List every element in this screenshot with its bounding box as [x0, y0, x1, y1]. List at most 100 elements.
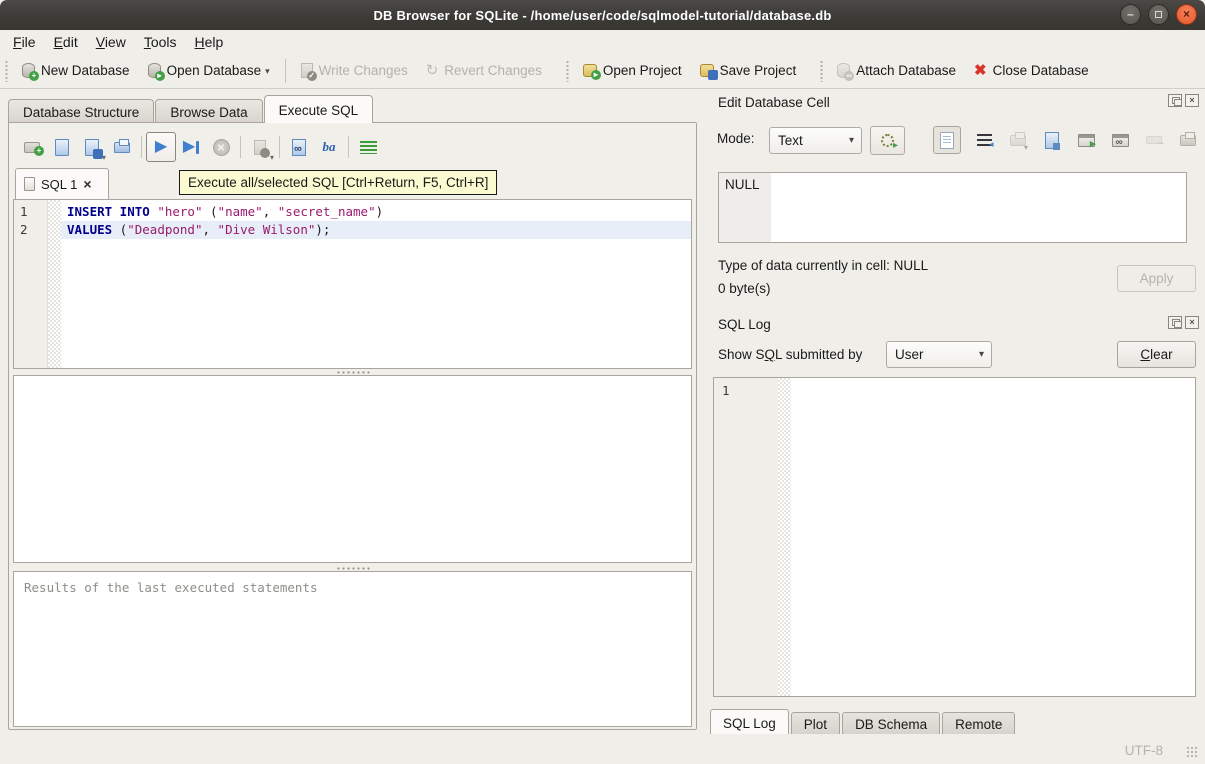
revert-changes-icon: ↻: [426, 63, 439, 78]
float-dock-icon[interactable]: [1168, 316, 1182, 329]
attach-database-button[interactable]: ∞ Attach Database: [828, 58, 965, 83]
null-icon: [1146, 136, 1162, 144]
sql-code[interactable]: INSERT INTO "hero" ("name", "secret_name…: [61, 200, 691, 368]
log-line-number: 1: [714, 382, 778, 400]
open-in-app-button[interactable]: [1109, 128, 1131, 152]
open-sql-file-button[interactable]: [47, 132, 77, 162]
print-sql-button[interactable]: [107, 132, 137, 162]
import-data-button[interactable]: [1041, 128, 1063, 152]
save-project-icon: [700, 64, 714, 77]
edit-cell-header: Edit Database Cell ×: [705, 92, 1205, 112]
save-sql-file-button[interactable]: ▾: [77, 132, 107, 162]
results-placeholder: Results of the last executed statements: [24, 580, 318, 595]
app-window: DB Browser for SQLite - /home/user/code/…: [0, 0, 1205, 764]
new-database-button[interactable]: + New Database: [13, 58, 139, 83]
close-button[interactable]: ×: [1176, 4, 1197, 25]
menu-view[interactable]: View: [87, 31, 135, 53]
tab-plot[interactable]: Plot: [791, 712, 840, 734]
minimize-button[interactable]: –: [1120, 4, 1141, 25]
mode-label: Mode:: [717, 131, 755, 146]
tab-remote[interactable]: Remote: [942, 712, 1015, 734]
open-database-button[interactable]: ▸ Open Database ▾: [139, 58, 279, 83]
execute-line-button[interactable]: ▶: [176, 132, 206, 162]
text-page-icon: [940, 132, 954, 149]
sql-toolbar-separator: [141, 136, 142, 158]
word-wrap-button[interactable]: [973, 128, 995, 152]
menubar: File Edit View Tools Help: [0, 30, 1205, 53]
mode-combobox[interactable]: Text ▾: [769, 127, 862, 154]
new-sql-tab-button[interactable]: +: [17, 132, 47, 162]
execute-all-button[interactable]: ▶: [146, 132, 176, 162]
find-replace-icon: ba: [323, 140, 336, 154]
tab-db-schema[interactable]: DB Schema: [842, 712, 940, 734]
save-results-button: ▾: [245, 132, 275, 162]
titlebar[interactable]: DB Browser for SQLite - /home/user/code/…: [0, 0, 1205, 30]
execute-sql-panel: + ▾ ▶ ▶ ✕ ▾ ba SQL 1 × Execute all/selec…: [8, 122, 697, 730]
revert-changes-button: ↻ Revert Changes: [417, 58, 551, 83]
sql-toolbar: + ▾ ▶ ▶ ✕ ▾ ba: [17, 130, 383, 164]
sql-editor[interactable]: 12 INSERT INTO "hero" ("name", "secret_n…: [13, 199, 692, 369]
save-file-dropdown-icon[interactable]: ▾: [102, 153, 106, 162]
open-project-label: Open Project: [603, 63, 682, 78]
sql-log-filter-value: User: [895, 347, 924, 362]
find-icon: [292, 139, 306, 156]
save-results-icon: [254, 140, 266, 155]
open-database-dropdown-icon[interactable]: ▾: [265, 66, 270, 78]
set-null-button: [1143, 128, 1165, 152]
close-database-button[interactable]: ✖ Close Database: [965, 58, 1098, 83]
link-icon: [1112, 134, 1129, 147]
sql-toolbar-separator: [348, 136, 349, 158]
sql-editor-tab[interactable]: SQL 1 ×: [15, 168, 109, 199]
toolbar-grip[interactable]: [565, 60, 570, 82]
printer-icon: [1180, 135, 1196, 146]
open-database-label: Open Database: [167, 63, 262, 78]
close-dock-icon[interactable]: ×: [1185, 94, 1199, 107]
encoding-indicator[interactable]: UTF-8: [1125, 743, 1163, 758]
export-data-button[interactable]: [1075, 128, 1097, 152]
sql-tab-close-icon[interactable]: ×: [83, 178, 91, 190]
format-sql-icon: [360, 141, 377, 154]
chevron-down-icon: ▾: [979, 349, 984, 360]
auto-apply-button[interactable]: [870, 126, 905, 155]
statusbar: UTF-8: [0, 737, 1205, 764]
tab-sql-log[interactable]: SQL Log: [710, 709, 789, 734]
save-project-label: Save Project: [720, 63, 797, 78]
sql-log-filter-combobox[interactable]: User ▾: [886, 341, 992, 368]
menu-file[interactable]: File: [4, 31, 45, 53]
clear-log-button[interactable]: Clear: [1117, 341, 1196, 368]
menu-edit[interactable]: Edit: [45, 31, 87, 53]
print-cell-button: ▾: [1007, 128, 1029, 152]
text-view-button[interactable]: [933, 126, 961, 154]
format-sql-button[interactable]: [353, 132, 383, 162]
cell-value-editor[interactable]: NULL: [718, 172, 1187, 243]
new-tab-icon: +: [24, 142, 40, 153]
main-tabs: Database Structure Browse Data Execute S…: [8, 96, 374, 123]
results-message-pane[interactable]: Results of the last executed statements: [13, 571, 692, 727]
float-dock-icon[interactable]: [1168, 94, 1182, 107]
sql-log-view[interactable]: 1: [713, 377, 1196, 697]
write-changes-label: Write Changes: [319, 63, 408, 78]
resize-grip[interactable]: [1186, 746, 1199, 759]
print-preview-button[interactable]: [1177, 128, 1199, 152]
toolbar-grip[interactable]: [4, 60, 9, 82]
find-button[interactable]: [284, 132, 314, 162]
menu-tools[interactable]: Tools: [135, 31, 186, 53]
sql-toolbar-separator: [240, 136, 241, 158]
open-project-button[interactable]: ▸ Open Project: [574, 58, 691, 83]
tab-browse-data[interactable]: Browse Data: [155, 99, 262, 123]
write-changes-icon: ✓: [301, 63, 313, 78]
toolbar-grip[interactable]: [819, 60, 824, 82]
results-grid[interactable]: [13, 375, 692, 563]
log-text-area: [791, 378, 1195, 696]
attach-database-label: Attach Database: [856, 63, 956, 78]
menu-help[interactable]: Help: [186, 31, 233, 53]
maximize-button[interactable]: [1148, 4, 1169, 25]
find-replace-button[interactable]: ba: [314, 132, 344, 162]
save-project-button[interactable]: Save Project: [691, 58, 806, 83]
tab-execute-sql[interactable]: Execute SQL: [264, 95, 374, 123]
close-dock-icon[interactable]: ×: [1185, 316, 1199, 329]
sql-tab-page-icon: [24, 177, 35, 191]
tab-database-structure[interactable]: Database Structure: [8, 99, 154, 123]
edit-cell-title: Edit Database Cell: [718, 95, 830, 110]
execute-all-icon: ▶: [155, 139, 167, 155]
